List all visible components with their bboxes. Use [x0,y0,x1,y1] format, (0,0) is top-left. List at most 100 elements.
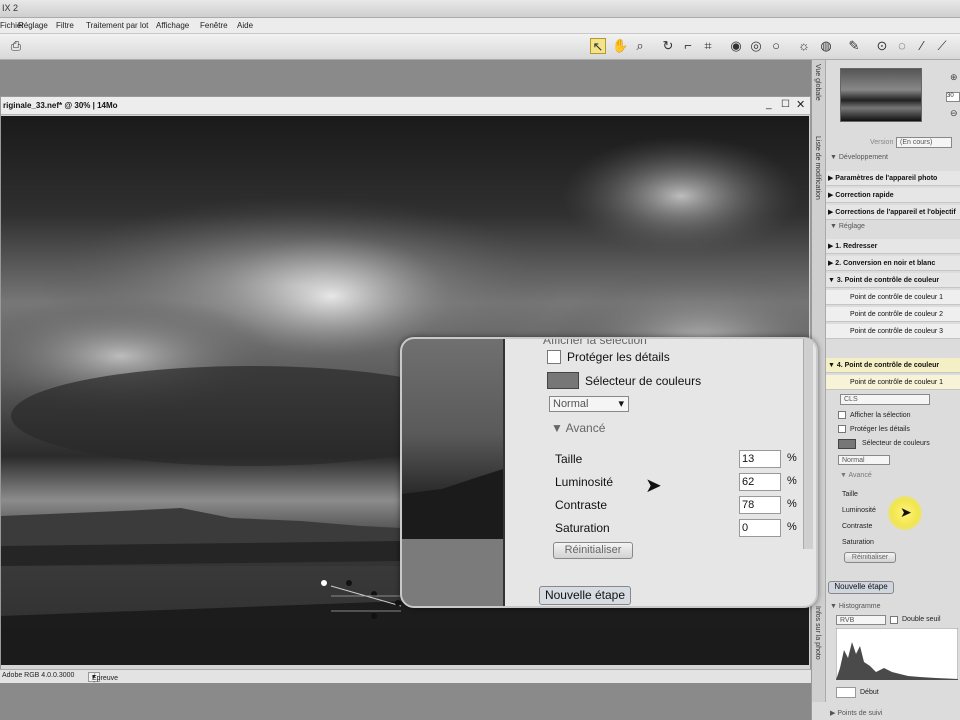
document-title: riginale_33.nef* @ 30% | 14Mo [3,101,118,110]
zoom-in-icon[interactable]: ⊕ [950,72,958,83]
menu-view[interactable]: Affichage [156,21,189,30]
zoom-saturation-unit: % [787,521,797,533]
adjust-item-straighten-label: 1. Redresser [835,243,878,250]
dev-item-quickfix[interactable]: ▶ Correction rapide [826,188,960,203]
adjust-item-cp4-label: 4. Point de contrôle de couleur [836,362,940,369]
hand-icon[interactable]: ✋ [612,38,628,54]
blend-dropdown[interactable]: Normal [838,455,890,465]
eye-icon[interactable]: ◍ [818,38,834,54]
adjust-item-straighten[interactable]: ▶ 1. Redresser [826,239,960,254]
follow-points-header[interactable]: ▶ Points de suivi [830,709,882,717]
zoom-icon[interactable]: ⌕ [632,38,648,54]
lasso-icon[interactable]: ◌ [894,38,910,54]
adjust-item-cp3-label: 3. Point de contrôle de couleur [836,277,940,284]
right-panel: Vue globale Liste de modification Infos … [811,60,960,720]
control-point-neutral-icon[interactable]: ○ [768,38,784,54]
double-threshold-checkbox[interactable] [890,616,898,624]
cp-item-1[interactable]: Point de contrôle de couleur 1 [826,290,960,305]
minimize-icon[interactable]: _ [766,99,772,110]
zoom-blend-dropdown[interactable]: Normal ▾ [549,396,629,412]
menu-window[interactable]: Fenêtre [200,21,228,30]
zoom-brightness-input[interactable]: 62 [739,473,781,491]
dev-item-lens[interactable]: ▶ Corrections de l'appareil et l'objecti… [826,205,960,220]
adjust-header[interactable]: ▼ Réglage [830,223,865,230]
zoom-protect-details-label: Protéger les détails [567,350,670,364]
rotate-icon[interactable]: ↻ [660,38,676,54]
adjust-item-cp4[interactable]: ▼ 4. Point de contrôle de couleur [826,358,960,373]
zoom-new-step-button[interactable]: Nouvelle étape [539,586,631,605]
adjust-item-bw[interactable]: ▶ 2. Conversion en noir et blanc [826,256,960,271]
line-icon[interactable]: ⟋ [934,38,950,54]
adjust-header-label: Réglage [838,223,865,230]
advanced-toggle[interactable]: ▼ Avancé [840,472,872,479]
color-control-point-icon[interactable]: ⊙ [874,38,890,54]
mouse-cursor-icon: ➤ [645,475,662,497]
maximize-icon[interactable]: ☐ [781,99,790,110]
version-dropdown[interactable]: (En cours) [896,137,952,148]
development-header[interactable]: ▼ Développement [830,154,888,161]
reset-button-small[interactable]: Réinitialiser [844,552,896,563]
cp-item-2[interactable]: Point de contrôle de couleur 2 [826,307,960,322]
control-point-black-icon[interactable]: ◉ [728,38,744,54]
zoom-out-icon[interactable]: ⊖ [950,108,958,119]
cp-item-3[interactable]: Point de contrôle de couleur 3 [826,324,960,339]
dev-item-lens-label: Corrections de l'appareil et l'objectif [835,209,956,216]
histogram-channel-dropdown[interactable]: RVB [836,615,886,625]
document-title-bar: riginale_33.nef* @ 30% | 14Mo _ ☐ ✕ [1,97,810,115]
zoom-saturation-input[interactable]: 0 [739,519,781,537]
zoom-reset-button[interactable]: Réinitialiser [553,542,633,559]
zoom-photo-crop [402,339,503,606]
double-threshold-label: Double seuil [902,616,941,623]
soft-proof-dropdown[interactable]: Épreuve écran désactivée ▾ [88,672,125,696]
zoom-contrast-input[interactable]: 78 [739,496,781,514]
zoom-callout: Afficher la sélection Protéger les détai… [400,337,818,608]
color-swatch[interactable] [838,439,856,449]
direct-select-icon[interactable]: ↖ [590,38,606,54]
status-bar: Adobe RGB 4.0.0.3000 Épreuve écran désac… [0,669,811,696]
menu-adjust[interactable]: Réglage [18,21,48,30]
menu-help[interactable]: Aide [237,21,253,30]
zoom-protect-details-checkbox[interactable] [547,350,561,364]
zoom-size-label: Taille [555,452,583,466]
red-eye-icon[interactable]: ☼ [796,38,812,54]
mouse-cursor-icon: ➤ [900,504,912,520]
mode-dropdown[interactable]: CLS [840,394,930,405]
brush-icon[interactable]: ✎ [846,38,862,54]
zoom-size-input[interactable]: 13 [739,450,781,468]
straighten-icon[interactable]: ⌐ [680,38,696,54]
size-label: Taille [842,491,858,498]
menu-filter[interactable]: Filtre [56,21,74,30]
zoom-level[interactable]: 30 [946,92,960,102]
adjust-item-cp3[interactable]: ▼ 3. Point de contrôle de couleur [826,273,960,288]
navigator-thumbnail[interactable] [840,68,922,122]
zoom-brightness-label: Luminosité [555,475,614,489]
tab-edit-list-label: Liste de modification [814,136,821,200]
zoom-contrast-label: Contraste [555,498,608,512]
new-step-button-small[interactable]: Nouvelle étape [828,581,894,594]
cp4-item-1[interactable]: Point de contrôle de couleur 1 [826,375,960,390]
histogram-header[interactable]: ▼ Histogramme [830,603,881,610]
close-icon[interactable]: ✕ [796,98,805,111]
tab-photo-info[interactable]: Infos sur la photo [812,602,826,702]
zoom-saturation-label: Saturation [555,521,610,535]
tab-overview-label: Vue globale [814,64,821,101]
tab-overview[interactable]: Vue globale [812,60,826,132]
control-point-white-icon[interactable]: ◎ [748,38,764,54]
crop-icon[interactable]: ⌗ [700,38,716,54]
histogram-chart [836,628,958,680]
zoom-color-swatch[interactable] [547,372,579,389]
zoom-advanced-toggle[interactable]: ▼ Avancé [551,421,605,435]
menu-batch[interactable]: Traitement par lot [86,21,148,30]
chevron-down-icon: ▾ [618,398,624,410]
main-toolbar: ⎙ ↖ ✋ ⌕ ↻ ⌐ ⌗ ◉ ◎ ○ ☼ ◍ ✎ ⊙ ◌ ⁄ ⟋ [0,34,960,60]
selection-brush-icon[interactable]: ⁄ [914,38,930,54]
zoom-scrollbar[interactable] [803,339,813,549]
histogram-header-label: Histogramme [838,603,881,610]
dev-item-camera[interactable]: ▶ Paramètres de l'appareil photo [826,171,960,186]
protect-details-checkbox[interactable] [838,425,846,433]
start-field[interactable] [836,687,856,698]
print-icon[interactable]: ⎙ [8,38,24,54]
protect-details-label: Protéger les détails [850,426,910,433]
zoom-brightness-unit: % [787,475,797,487]
show-selection-checkbox[interactable] [838,411,846,419]
